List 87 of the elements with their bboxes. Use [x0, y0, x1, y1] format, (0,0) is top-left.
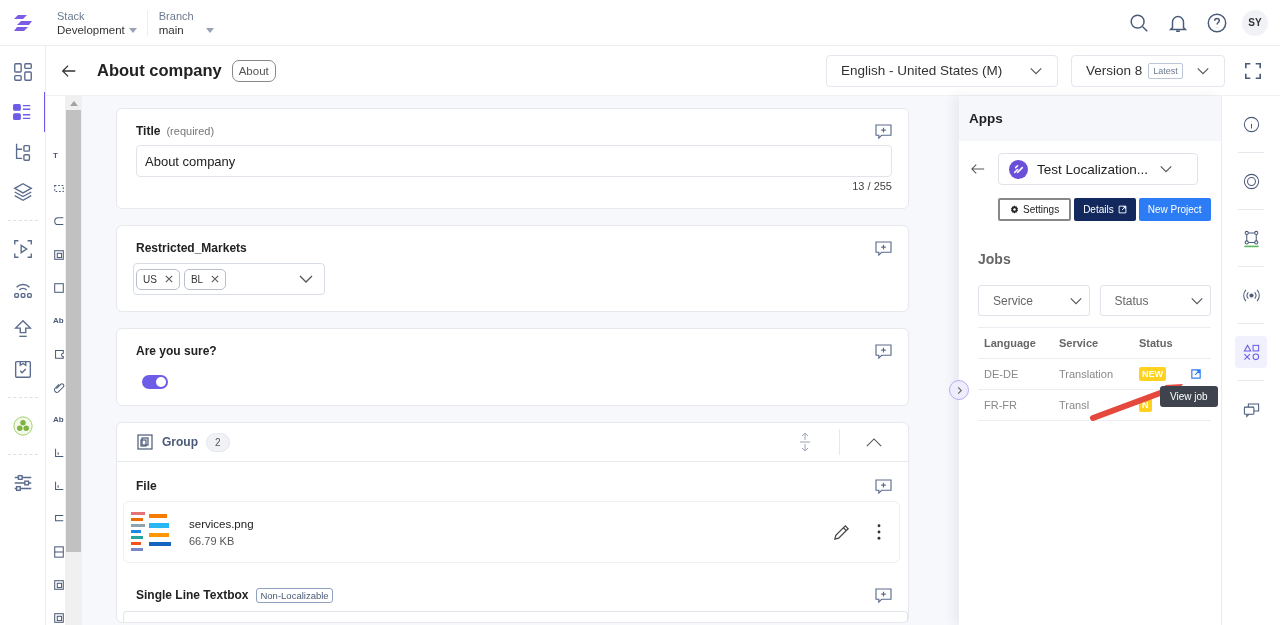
external-link-icon: [1117, 205, 1127, 214]
app-dropdown[interactable]: Test Localization...: [998, 153, 1198, 185]
latest-tag: Latest: [1148, 62, 1183, 79]
scrollbar[interactable]: [65, 96, 82, 625]
nodes-icon: [1241, 228, 1261, 248]
target-icon: [1241, 171, 1261, 191]
column-header: Status: [1139, 337, 1174, 349]
external-link-icon[interactable]: [1191, 369, 1201, 379]
upload-icon: [11, 318, 34, 340]
character-counter: 13 / 255: [851, 180, 892, 192]
file-name: services.png: [189, 517, 254, 530]
section-heading: Jobs: [978, 251, 1012, 267]
app-button[interactable]: Details: [1074, 198, 1136, 221]
app-logo-icon: [1009, 159, 1028, 179]
panel-title: Apps: [969, 111, 1003, 126]
field-type-icon[interactable]: [53, 280, 65, 296]
market-chip[interactable]: BL: [183, 268, 227, 290]
comment-icon[interactable]: [875, 240, 892, 256]
markets-select[interactable]: US BL: [133, 263, 325, 295]
content-type-tag: About: [231, 59, 276, 82]
table-cell-text: FR-FR: [983, 399, 1018, 411]
filter-select[interactable]: Service: [978, 285, 1090, 316]
field-label: Title: [136, 124, 161, 138]
layers-icon: [11, 181, 34, 203]
clover-icon: [11, 415, 34, 437]
sidebar-tab[interactable]: [1235, 336, 1267, 368]
field-type-icon[interactable]: [53, 610, 65, 625]
field-type-icon[interactable]: [53, 247, 65, 263]
fullscreen-icon[interactable]: [1244, 61, 1262, 80]
table-cell-text: DE-DE: [983, 368, 1020, 380]
version-dropdown[interactable]: Version 8 Latest: [1071, 54, 1225, 87]
more-icon[interactable]: [877, 524, 881, 540]
table-cell-text: Transl: [1059, 399, 1091, 411]
user-avatar[interactable]: SY: [1242, 9, 1268, 36]
shapes-icon: [1241, 342, 1261, 362]
collapse-icon[interactable]: [866, 437, 882, 447]
stack-dropdown[interactable]: Development: [57, 23, 137, 36]
field-type-label[interactable]: Ab: [53, 313, 65, 329]
edit-icon[interactable]: [832, 522, 851, 542]
column-header: Service: [1059, 337, 1100, 349]
comment-icon[interactable]: [875, 123, 892, 139]
group-icon: [136, 433, 154, 451]
gear-icon: [1010, 205, 1019, 214]
field-label: Are you sure?: [136, 344, 217, 358]
comment-icon[interactable]: [875, 587, 892, 603]
filter-select[interactable]: Status: [1099, 285, 1211, 316]
app-button[interactable]: New Project: [1138, 198, 1211, 221]
comment-icon[interactable]: [875, 478, 892, 494]
version-label: Version 8: [1086, 63, 1143, 78]
field-type-icon[interactable]: [53, 544, 65, 560]
text-input[interactable]: [123, 611, 908, 622]
field-label: File: [136, 479, 157, 493]
field-type-label[interactable]: T: [53, 148, 65, 164]
title-input[interactable]: About company: [136, 145, 892, 177]
back-arrow-icon[interactable]: [971, 163, 985, 175]
info-icon: [1241, 114, 1261, 134]
play-frame-icon: [11, 238, 34, 260]
file-size: 66.79 KB: [189, 534, 236, 547]
stack-label: Stack: [57, 9, 86, 22]
branch-label: Branch: [158, 9, 195, 22]
list-icon: [11, 101, 33, 123]
entry-title: About company: [97, 61, 222, 80]
column-header: Language: [983, 337, 1037, 349]
field-type-label[interactable]: Ab: [53, 412, 65, 428]
comment-icon[interactable]: [875, 343, 892, 359]
market-chip[interactable]: US: [136, 268, 180, 290]
expand-button[interactable]: [949, 380, 969, 400]
branch-dropdown[interactable]: main: [158, 23, 214, 36]
count-badge: 2: [206, 432, 230, 452]
field-label: Single Line Textbox: [136, 588, 249, 602]
field-label: Restricted_Markets: [136, 241, 247, 255]
field-type-icon[interactable]: [53, 577, 65, 593]
remove-icon[interactable]: [164, 275, 173, 283]
locale-dropdown[interactable]: English - United States (M): [826, 54, 1058, 87]
app-button[interactable]: Settings: [998, 198, 1072, 221]
group-title: Group: [162, 435, 198, 449]
status-badge: NEW: [1139, 367, 1166, 381]
logo-icon[interactable]: [12, 12, 34, 33]
field-hint: (required): [166, 125, 215, 137]
dashboard-icon: [11, 61, 34, 83]
search-icon[interactable]: [1128, 11, 1150, 34]
tooltip: View job: [1160, 386, 1218, 407]
table-cell-text: Translation: [1059, 368, 1114, 380]
non-localizable-tag: Non-Localizable: [256, 587, 333, 603]
toggle-switch[interactable]: [142, 375, 168, 389]
remove-icon[interactable]: [211, 275, 220, 283]
help-icon[interactable]: [1206, 11, 1228, 34]
